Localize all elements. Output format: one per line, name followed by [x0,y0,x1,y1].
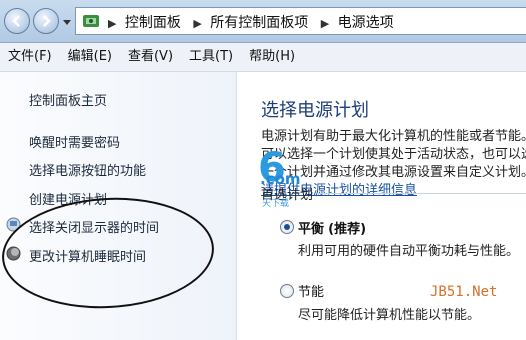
group-divider [317,193,526,194]
plan-balanced-tag: (推荐) [328,222,367,237]
menu-bar: 文件(F) 编辑(E) 查看(V) 工具(T) 帮助(H) [0,43,526,72]
breadcrumb-all-items[interactable]: 所有控制面板项 [210,15,308,31]
recent-pages-dropdown-icon[interactable] [63,18,71,26]
watermark-six-sub: 天下载 [262,199,290,209]
breadcrumb-chevron-icon[interactable]: ▶ [193,17,201,30]
menu-view[interactable]: 查看(V) [120,43,181,71]
plan-balanced-label[interactable]: 平衡 (推荐) [298,218,366,237]
breadcrumb-chevron-icon[interactable]: ▶ [108,17,116,30]
breadcrumb-control-panel[interactable]: 控制面板 [125,15,181,31]
breadcrumb-chevron-icon[interactable]: ▶ [321,17,329,30]
plan-power-saver-radio[interactable] [280,284,294,298]
breadcrumb-path: ▶ 控制面板 ▶ 所有控制面板项 ▶ 电源选项 [104,12,398,32]
address-bar: ▶ 控制面板 ▶ 所有控制面板项 ▶ 电源选项 [0,0,526,43]
breadcrumb-power-options[interactable]: 电源选项 [338,15,394,31]
plan-power-saver-desc: 尽可能降低计算机性能以节能。 [298,308,481,323]
plan-balanced-radio[interactable] [280,220,294,234]
page-title: 选择电源计划 [261,100,369,121]
require-password-link[interactable]: 唤醒时需要密码 [29,132,120,151]
menu-help[interactable]: 帮助(H) [241,43,303,71]
description-text: 电源计划有助于最大化计算机的性能或者节能。您可以选择一个计划使其处于活动状态，也… [261,129,526,180]
menu-tools[interactable]: 工具(T) [181,43,241,71]
plan-balanced-name: 平衡 [298,222,325,237]
forward-button[interactable] [33,8,59,34]
back-button[interactable] [4,8,30,34]
menu-edit[interactable]: 编辑(E) [60,43,120,71]
control-panel-home-link[interactable]: 控制面板主页 [29,90,107,109]
breadcrumb[interactable]: ▶ 控制面板 ▶ 所有控制面板项 ▶ 电源选项 [75,7,526,35]
watermark-jb51: JB51.Net [430,284,498,300]
menu-file[interactable]: 文件(F) [0,43,60,71]
control-panel-icon [83,15,99,27]
watermark-com: .com [260,170,301,188]
plan-power-saver-label[interactable]: 节能 [298,281,324,300]
power-button-link[interactable]: 选择电源按钮的功能 [29,160,146,179]
arrow-left-icon [12,15,20,27]
arrow-right-icon [43,15,51,27]
plan-balanced-desc: 利用可用的硬件自动平衡功耗与性能。 [298,244,520,259]
